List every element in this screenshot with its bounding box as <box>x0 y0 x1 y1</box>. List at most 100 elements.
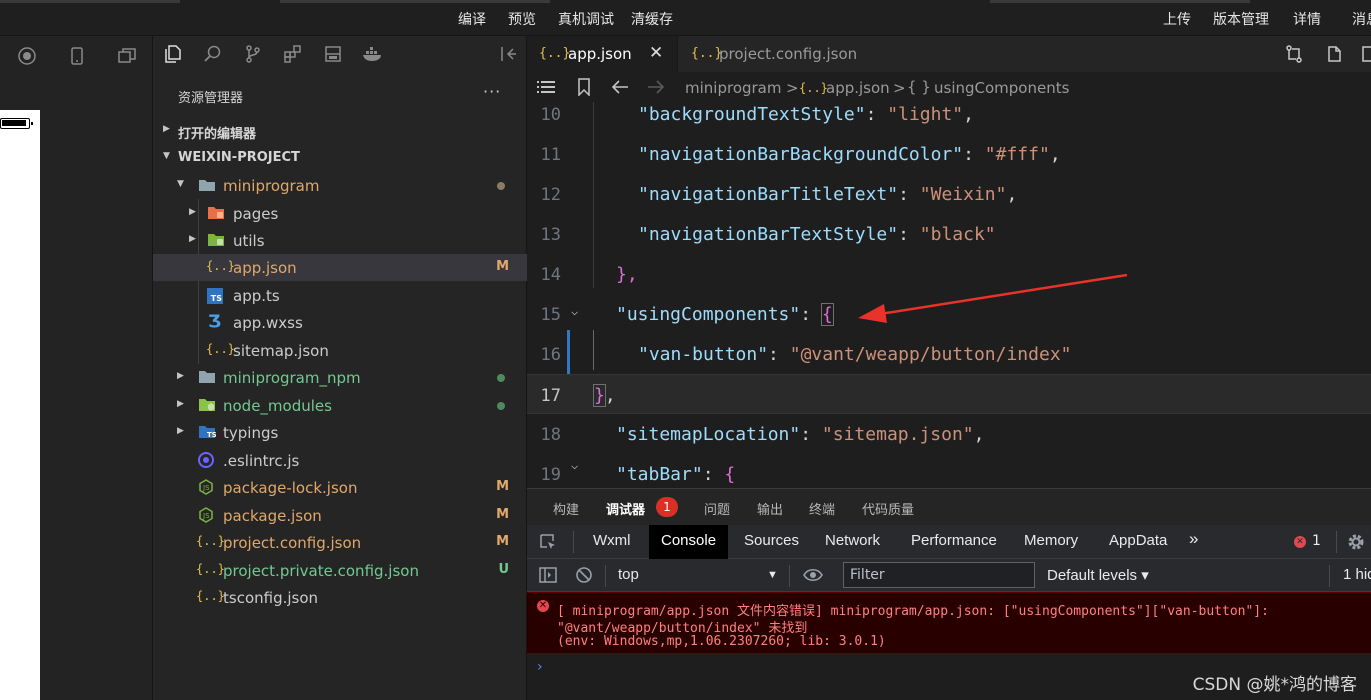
typescript-file-icon: TS <box>207 288 223 304</box>
separator <box>573 531 574 553</box>
tab-performance[interactable]: Performance <box>899 525 1009 559</box>
css-file-icon: Ʒ <box>208 312 222 332</box>
tree-item-miniprogram[interactable]: ▼ miniprogram <box>153 172 527 199</box>
code-line: 12 "navigationBarTitleText": "Weixin", <box>527 174 1371 214</box>
json-key: "navigationBarTitleText" <box>638 184 899 205</box>
messages-button[interactable]: 消息 <box>1352 9 1371 29</box>
tree-item-app-wxss[interactable]: Ʒ app.wxss <box>153 309 527 336</box>
bookmark-icon[interactable] <box>577 78 591 96</box>
eye-icon[interactable] <box>803 568 823 582</box>
close-tab-icon[interactable]: ✕ <box>649 43 663 63</box>
tree-item-app-ts[interactable]: TS app.ts <box>153 282 527 309</box>
tree-item-node-modules[interactable]: ▶ node_modules <box>153 392 527 419</box>
compare-changes-icon[interactable] <box>1284 44 1304 64</box>
json-key: "sitemapLocation" <box>616 424 801 445</box>
tab-appdata[interactable]: AppData <box>1097 525 1179 559</box>
stop-icon[interactable] <box>17 46 37 66</box>
version-management-button[interactable]: 版本管理 <box>1213 9 1269 29</box>
phone-icon[interactable] <box>67 46 87 66</box>
json-file-icon: {..} <box>196 534 225 548</box>
colon: : <box>898 184 920 205</box>
docker-icon[interactable] <box>361 44 385 64</box>
tab-wxml[interactable]: Wxml <box>581 525 643 559</box>
filter-input[interactable]: Filter <box>843 562 1035 588</box>
untracked-dot <box>497 402 505 410</box>
details-button[interactable]: 详情 <box>1293 9 1321 29</box>
tab-build[interactable]: 构建 <box>553 499 579 518</box>
split-editor-icon[interactable] <box>1362 44 1371 64</box>
clear-console-icon[interactable] <box>575 566 593 584</box>
files-icon[interactable] <box>163 44 183 64</box>
sidebar-toggle-icon[interactable] <box>539 567 557 583</box>
code-line: 13 "navigationBarTextStyle": "black" <box>527 214 1371 254</box>
tree-item-app-json[interactable]: {..} app.json M <box>153 254 527 281</box>
open-editors-section[interactable]: ▶ 打开的编辑器 <box>153 117 527 144</box>
tree-item-sitemap-json[interactable]: {..} sitemap.json <box>153 337 527 364</box>
extensions-icon[interactable] <box>283 44 303 64</box>
tab-terminal[interactable]: 终端 <box>809 499 835 518</box>
storage-icon[interactable] <box>323 44 343 64</box>
simulator-screen[interactable] <box>0 110 40 700</box>
tree-item-package-lock[interactable]: JS package-lock.json M <box>153 474 527 501</box>
tree-item-miniprogram-npm[interactable]: ▶ miniprogram_npm <box>153 364 527 391</box>
list-icon[interactable] <box>537 80 555 94</box>
tab-app-json[interactable]: {..} app.json ✕ <box>527 36 677 72</box>
tree-item-eslintrc[interactable]: .eslintrc.js <box>153 447 527 474</box>
tab-output[interactable]: 输出 <box>757 499 783 518</box>
console-error-message[interactable]: ✕ [ miniprogram/app.json 文件内容错误] minipro… <box>527 592 1371 654</box>
breadcrumb-file[interactable]: app.json <box>826 79 890 97</box>
tree-item-project-config[interactable]: {..} project.config.json M <box>153 529 527 556</box>
more-tabs-icon[interactable]: » <box>1189 525 1198 559</box>
log-levels-dropdown[interactable]: Default levels ▾ <box>1047 566 1149 584</box>
watermark: CSDN @姚*鸿的博客 <box>1192 675 1357 695</box>
preview-button[interactable]: 预览 <box>508 9 536 29</box>
tab-memory[interactable]: Memory <box>1012 525 1090 559</box>
tab-sources[interactable]: Sources <box>732 525 811 559</box>
forward-arrow-icon[interactable] <box>647 80 665 94</box>
chevron-down-icon[interactable]: ▼ <box>767 569 778 581</box>
code-line: 14 }, <box>527 254 1371 294</box>
fold-chevron-down-icon[interactable]: ⌵ <box>571 304 578 318</box>
back-arrow-icon[interactable] <box>611 80 629 94</box>
git-status-badge: U <box>498 562 509 577</box>
project-section[interactable]: ▼ WEIXIN-PROJECT <box>153 144 527 171</box>
breadcrumb-symbol[interactable]: usingComponents <box>934 79 1069 97</box>
search-icon[interactable] <box>203 44 223 64</box>
debugger-error-badge: 1 <box>656 497 678 517</box>
settings-gear-icon[interactable] <box>1346 532 1366 552</box>
tree-item-tsconfig[interactable]: {..} tsconfig.json <box>153 584 527 611</box>
context-selector[interactable]: top <box>618 566 639 583</box>
tree-item-label: pages <box>233 205 279 223</box>
error-count[interactable]: 1 <box>1312 533 1321 549</box>
console-prompt[interactable]: › <box>537 659 543 675</box>
chevron-right-icon: ▶ <box>189 234 196 244</box>
line-number: 12 <box>540 185 561 205</box>
device-debug-button[interactable]: 真机调试 <box>558 9 614 29</box>
more-actions-icon[interactable]: ··· <box>483 82 501 101</box>
tab-debugger[interactable]: 调试器 <box>606 499 646 527</box>
collapse-panel-icon[interactable] <box>498 44 518 64</box>
tab-code-quality[interactable]: 代码质量 <box>862 499 914 518</box>
code-line: 16 "van-button": "@vant/weapp/button/ind… <box>527 334 1371 374</box>
tree-item-typings[interactable]: ▶ TS typings <box>153 419 527 446</box>
inspect-element-icon[interactable] <box>539 533 557 551</box>
compile-button[interactable]: 编译 <box>458 9 486 29</box>
source-control-icon[interactable] <box>243 44 263 64</box>
tab-problems[interactable]: 问题 <box>704 499 730 518</box>
code-area[interactable]: 10 "backgroundTextStyle": "light", 11 "n… <box>527 102 1371 488</box>
open-file-icon[interactable] <box>1324 44 1344 64</box>
clear-cache-button[interactable]: 清缓存 <box>631 9 673 29</box>
tab-project-config[interactable]: {..} project.config.json <box>677 36 883 72</box>
upload-button[interactable]: 上传 <box>1163 9 1191 29</box>
tab-console[interactable]: Console <box>649 525 729 559</box>
tree-item-pages[interactable]: ▶ pages <box>153 200 527 227</box>
tree-item-label: package.json <box>223 507 322 525</box>
windows-icon[interactable] <box>117 46 137 66</box>
tab-network[interactable]: Network <box>813 525 892 559</box>
breadcrumb-folder[interactable]: miniprogram <box>685 79 781 97</box>
tree-item-project-private-config[interactable]: {..} project.private.config.json U <box>153 557 527 584</box>
line-number: 15 <box>540 305 561 325</box>
tree-item-utils[interactable]: ▶ utils <box>153 227 527 254</box>
fold-chevron-down-icon[interactable]: ⌵ <box>571 458 578 472</box>
tree-item-package-json[interactable]: JS package.json M <box>153 502 527 529</box>
